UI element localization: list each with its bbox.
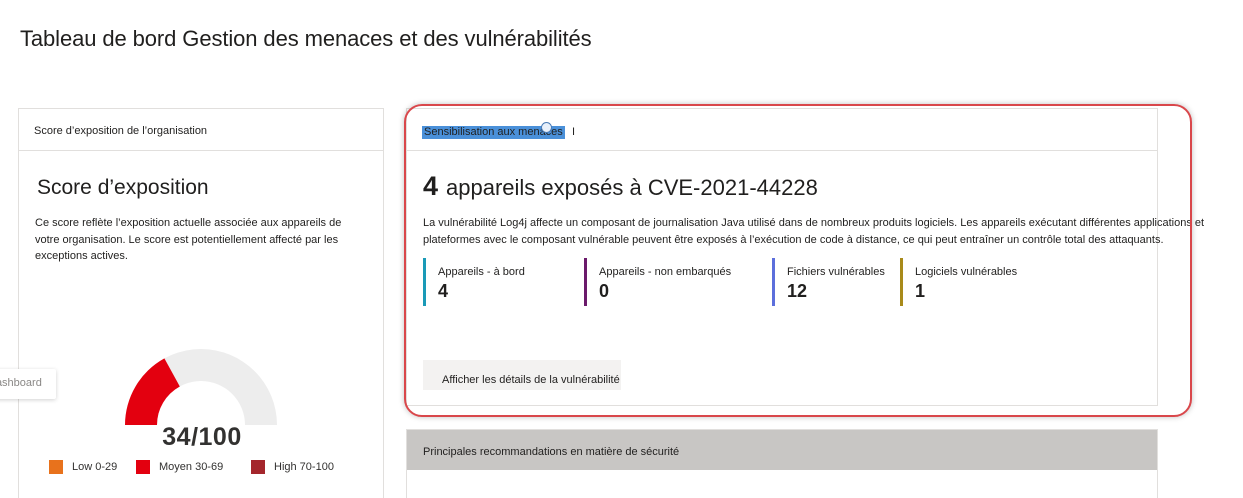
threat-awareness-card: Sensibilisation aux menaces I 4 appareil…	[406, 108, 1204, 406]
exposed-device-count: 4	[423, 171, 439, 201]
legend-item-high: High 70-100	[251, 459, 334, 475]
stat-label: Appareils - à bord	[438, 266, 525, 278]
exposure-score-card: Score d’exposition de l’organisation Sco…	[18, 108, 384, 498]
legend-swatch-low	[49, 460, 63, 474]
cursor-indicator-icon	[541, 122, 552, 133]
legend-label-high: High 70-100	[274, 461, 334, 473]
cve-headline-text: appareils exposés à CVE-2021-44228	[446, 175, 818, 200]
legend-label-medium: Moyen 30-69	[159, 461, 224, 473]
text-caret: I	[572, 126, 576, 138]
page-title: Tableau de bord Gestion des menaces et d…	[20, 26, 592, 51]
threat-card-header: Sensibilisation aux menaces I	[407, 109, 1157, 151]
view-vulnerability-details-button[interactable]: Afficher les détails de la vulnérabilité	[423, 360, 621, 390]
security-recommendations-card: Principales recommandations en matière d…	[406, 429, 1158, 498]
dashboard-tooltip: Dashboard	[0, 369, 56, 399]
legend-label-low: Low 0-29	[72, 461, 118, 473]
stat-value: 4	[438, 281, 449, 301]
cve-headline: 4 appareils exposés à CVE-2021-44228	[423, 171, 818, 202]
exposure-description: Ce score reflète l’exposition actuelle a…	[35, 217, 342, 262]
stat-onboarded-devices[interactable]: Appareils - à bord 4	[423, 258, 525, 306]
legend-swatch-high	[251, 460, 265, 474]
stat-value: 1	[915, 281, 926, 301]
recommendations-card-header: Principales recommandations en matière d…	[407, 430, 1157, 470]
exposure-gauge	[125, 349, 277, 425]
stat-vulnerable-files[interactable]: Fichiers vulnérables 12	[772, 258, 885, 306]
stat-label: Appareils - non embarqués	[599, 266, 732, 278]
stat-label: Fichiers vulnérables	[787, 266, 885, 278]
gauge-legend: Low 0-29 Moyen 30-69 High 70-100	[49, 459, 379, 475]
stat-label: Logiciels vulnérables	[915, 266, 1018, 278]
stat-vulnerable-software[interactable]: Logiciels vulnérables 1	[900, 258, 1017, 306]
legend-item-low: Low 0-29	[49, 459, 117, 475]
stat-value: 0	[599, 281, 610, 301]
exposure-title: Score d’exposition	[37, 176, 209, 199]
tooltip-text: Dashboard	[0, 377, 42, 389]
stat-not-onboarded-devices[interactable]: Appareils - non embarqués 0	[584, 258, 731, 306]
legend-item-medium: Moyen 30-69	[136, 459, 223, 475]
cve-description: La vulnérabilité Log4j affecte un compos…	[423, 217, 1205, 246]
stat-value: 12	[787, 281, 808, 301]
exposure-score-value: 34/100	[162, 423, 242, 451]
legend-swatch-medium	[136, 460, 150, 474]
exposure-card-header: Score d’exposition de l’organisation	[19, 109, 383, 151]
